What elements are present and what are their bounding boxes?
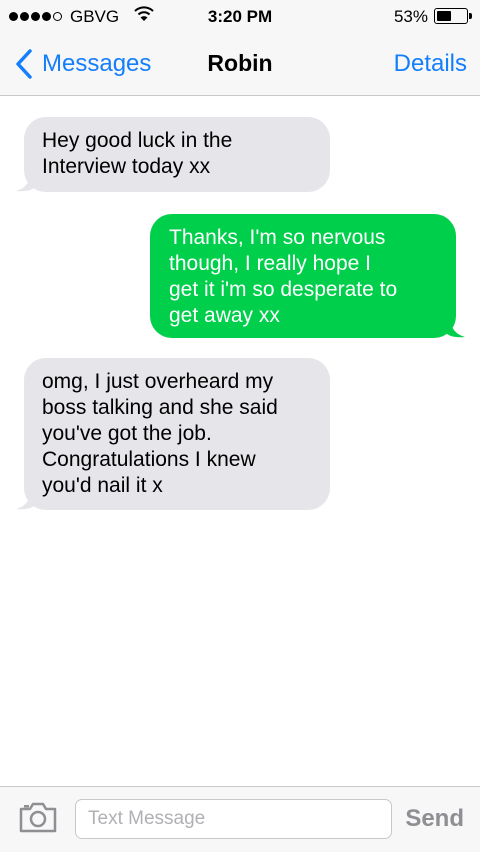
nav-bar: Messages Robin Details [0, 34, 480, 96]
message-bubble-incoming[interactable]: Hey good luck in the Interview today xx [24, 117, 330, 192]
message-bubble-incoming[interactable]: omg, I just overheard my boss talking an… [24, 358, 330, 510]
message-composer: Send [0, 786, 480, 852]
battery-level [437, 11, 451, 21]
battery-percent: 53% [393, 7, 428, 26]
battery-icon [434, 8, 472, 24]
camera-icon[interactable] [19, 801, 57, 833]
bubble-tail [16, 174, 36, 192]
message-input[interactable] [75, 799, 392, 839]
details-button[interactable]: Details [394, 50, 467, 78]
send-button[interactable]: Send [405, 805, 464, 833]
battery-cap [469, 13, 472, 19]
message-thread[interactable]: Hey good luck in the Interview today xx … [0, 97, 480, 785]
bubble-tail [445, 320, 465, 338]
status-bar: GBVG 3:20 PM 53% [0, 0, 480, 34]
message-bubble-outgoing[interactable]: Thanks, I'm so nervous though, I really … [150, 214, 456, 338]
bubble-tail [16, 492, 36, 510]
